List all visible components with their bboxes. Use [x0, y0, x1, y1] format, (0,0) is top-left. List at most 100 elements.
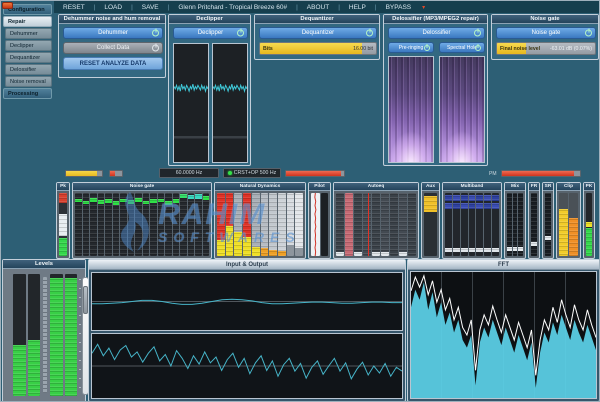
meter-panel-body	[73, 191, 211, 258]
mode-value: CRST+OP 500 Hz	[234, 170, 276, 176]
power-icon	[475, 45, 481, 51]
noise-gate-enable-label: Noise gate	[532, 30, 561, 36]
slider-fill	[110, 171, 115, 176]
meter-bar	[518, 193, 523, 256]
meter-bar	[345, 193, 353, 256]
panel-declipper-title: Declipper	[169, 15, 250, 24]
meter-panel-body	[309, 191, 330, 258]
meter-bar	[586, 193, 592, 256]
app-icon	[2, 2, 13, 9]
topbar-bypass[interactable]: BYPASS	[377, 4, 421, 11]
dehummer-enable-button[interactable]: Dehummer	[63, 27, 163, 39]
meter-bar	[180, 193, 187, 256]
meter-panel-sr: SR	[542, 182, 554, 259]
meter-bar	[569, 193, 578, 256]
meter-panel-body	[557, 191, 580, 258]
topbar-save[interactable]: SAVE	[133, 4, 168, 11]
meter-bar	[226, 193, 234, 256]
topbar-help[interactable]: HELP	[340, 4, 375, 11]
meter-panel-body	[529, 191, 539, 258]
meter-bar	[469, 193, 476, 256]
meter-bar	[65, 274, 78, 396]
pre-ringing-button[interactable]: Pre-ringing	[388, 42, 434, 53]
meter-panel-pk: Pk	[56, 182, 70, 259]
meter-bar	[559, 193, 568, 256]
dequantizer-enable-button[interactable]: Dequantizer	[259, 27, 377, 39]
noise-gate-enable-button[interactable]: Noise gate	[496, 27, 596, 39]
collect-data-button[interactable]: Collect Data	[63, 42, 163, 54]
meter-panel-fr: FR	[528, 182, 540, 259]
reset-analyze-data-button[interactable]: RESET ANALYZE DATA	[63, 57, 163, 70]
dequantizer-bits-slider[interactable]: Bits 16.00 bit	[259, 42, 377, 55]
meter-panel-title: Mix	[505, 183, 525, 191]
meter-bar	[143, 193, 150, 256]
meter-bar	[484, 193, 491, 256]
red-slider-b[interactable]	[501, 170, 581, 177]
sidebar-item-processing[interactable]: Processing	[3, 88, 52, 99]
sidebar-item-repair[interactable]: Repair	[3, 16, 52, 27]
panel-dequantizer: Dequantizer Dequantizer Bits 16.00 bit	[254, 14, 380, 60]
panel-delossifier: Delossifier (MP3/MPEG2 repair) Delossifi…	[383, 14, 488, 166]
meter-panel-clip: Clip	[556, 182, 581, 259]
panel-dehummer-title: Dehummer noise and hum removal	[59, 15, 165, 24]
meter-panel-body	[584, 191, 594, 258]
meter-bar	[445, 193, 452, 256]
dequantizer-enable-label: Dequantizer	[302, 30, 334, 36]
meter-panel-title: Noise gate	[73, 183, 211, 191]
meter-bar	[173, 193, 180, 256]
meter-bar	[269, 193, 277, 256]
meter-bar	[507, 193, 512, 256]
yellow-mini-slider[interactable]	[65, 170, 103, 177]
topbar-reset[interactable]: RESET	[54, 4, 94, 11]
sidebar-item-dequantizer[interactable]: Dequantizer	[5, 52, 52, 63]
meter-bar	[295, 193, 303, 256]
panel-input-output-title: Input & Output	[89, 260, 405, 270]
declipper-enable-button[interactable]: Declipper	[173, 27, 248, 39]
sidebar-item-declipper[interactable]: Declipper	[5, 40, 52, 51]
mode-readout: CRST+OP 500 Hz	[223, 168, 281, 178]
power-icon	[424, 45, 430, 51]
red-mini-slider[interactable]	[109, 170, 123, 177]
meter-panel-autoeq: Autoeq	[333, 182, 419, 259]
level-meter-left-pair	[13, 274, 40, 396]
delossifier-enable-button[interactable]: Delossifier	[388, 27, 485, 39]
controls-row: 60.0000 Hz CRST+OP 500 Hz PM	[56, 167, 599, 180]
power-icon	[152, 30, 159, 37]
meter-bar	[135, 193, 142, 256]
panel-levels: Levels	[2, 259, 86, 402]
meter-panel-title: Multiband	[443, 183, 501, 191]
topbar-about[interactable]: ABOUT	[298, 4, 338, 11]
delossifier-spectrogram-right	[439, 56, 485, 163]
slider-fill	[286, 171, 341, 176]
pilot-dark-area	[321, 193, 328, 256]
meter-bar	[531, 193, 537, 256]
slider-fill	[66, 171, 97, 176]
noise-level-slider[interactable]: Final noise level -63.01 dB (0.07%)	[496, 42, 596, 55]
meter-bar	[399, 193, 407, 256]
sidebar-item-dehummer[interactable]: Dehummer	[5, 28, 52, 39]
slider-fill	[260, 43, 362, 54]
meter-panel-title: Natural Dynamics	[215, 183, 305, 191]
meter-marker	[368, 193, 369, 256]
meter-bar	[158, 193, 165, 256]
bypass-caret-icon: ▾	[422, 4, 425, 11]
sidebar-item-delossifier[interactable]: Delossifier	[5, 64, 52, 75]
red-slider-a[interactable]	[285, 170, 345, 177]
reset-analyze-data-label: RESET ANALYZE DATA	[80, 61, 147, 67]
fader-scale-ticks	[79, 279, 81, 391]
meter-bar	[195, 193, 202, 256]
meter-panel-body	[334, 191, 418, 258]
delossifier-spectrogram-left	[388, 56, 434, 163]
app-window: RESET| LOAD| SAVE| Glenn Pritchard - Tro…	[0, 0, 600, 402]
panel-dehummer: Dehummer noise and hum removal Dehummer …	[58, 14, 166, 78]
spectral-hole-label: Spectral Hole	[447, 45, 477, 51]
spectral-hole-button[interactable]: Spectral Hole	[439, 42, 485, 53]
sidebar-item-noise-removal[interactable]: Noise removal	[5, 76, 52, 87]
meter-panel-noise-gate: Noise gate	[72, 182, 212, 259]
pm-label: PM	[489, 170, 497, 177]
meter-panel-title: FR	[529, 183, 539, 191]
meter-panel-aux: Aux	[421, 182, 440, 259]
pilot-trace-area	[311, 193, 320, 256]
power-icon	[237, 30, 244, 37]
topbar-load[interactable]: LOAD	[95, 4, 131, 11]
